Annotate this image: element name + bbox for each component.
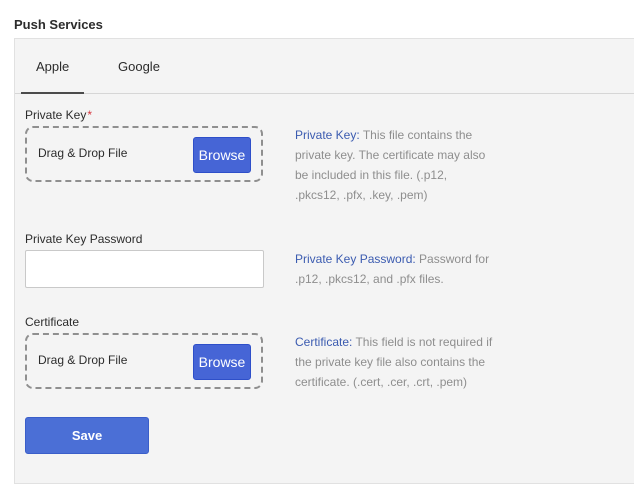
private-key-label-text: Private Key: [25, 108, 87, 122]
page-title: Push Services: [14, 17, 103, 32]
certificate-dropzone[interactable]: Drag & Drop File Browse: [25, 333, 263, 389]
private-key-password-help-term: Private Key Password:: [295, 252, 416, 266]
private-key-dropzone[interactable]: Drag & Drop File Browse: [25, 126, 263, 182]
required-marker: *: [87, 108, 93, 122]
tab-google[interactable]: Google: [118, 59, 160, 74]
private-key-label: Private Key*: [25, 108, 92, 122]
push-services-panel: Apple Google Private Key* Drag & Drop Fi…: [14, 38, 634, 484]
private-key-password-label: Private Key Password: [25, 232, 143, 246]
tab-apple[interactable]: Apple: [20, 59, 85, 94]
certificate-help: Certificate: This field is not required …: [295, 332, 495, 392]
certificate-label: Certificate: [25, 315, 80, 329]
private-key-help: Private Key: This file contains the priv…: [295, 125, 495, 205]
private-key-dropzone-text: Drag & Drop File: [38, 146, 128, 160]
private-key-help-term: Private Key:: [295, 128, 360, 142]
private-key-password-help: Private Key Password: Password for .p12,…: [295, 249, 495, 289]
certificate-dropzone-text: Drag & Drop File: [38, 353, 128, 367]
certificate-browse-button[interactable]: Browse: [193, 344, 251, 380]
tab-bar: Apple Google: [15, 39, 634, 94]
certificate-help-term: Certificate:: [295, 335, 353, 349]
save-button[interactable]: Save: [25, 417, 149, 454]
private-key-browse-button[interactable]: Browse: [193, 137, 251, 173]
private-key-password-input[interactable]: [25, 250, 264, 288]
